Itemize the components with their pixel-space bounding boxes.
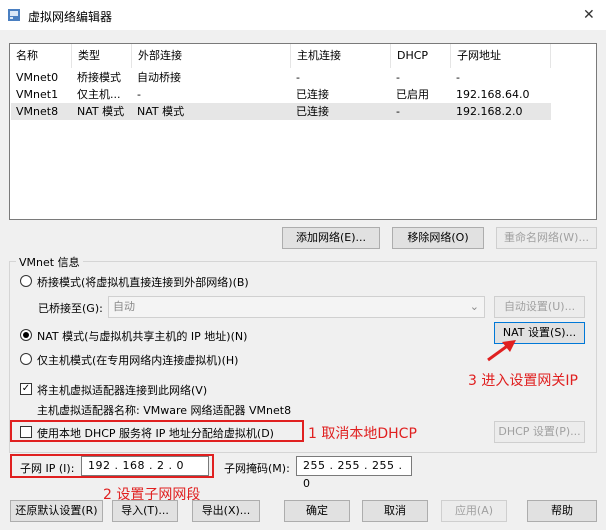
highlight-subnet-box bbox=[10, 454, 214, 478]
col-header-type[interactable]: 类型 bbox=[72, 44, 132, 68]
hostonly-radio[interactable] bbox=[20, 353, 32, 365]
cell-external: 自动桥接 bbox=[137, 71, 181, 84]
adapter-name-text: 主机虚拟适配器名称: VMware 网络适配器 VMnet8 bbox=[37, 404, 292, 417]
bridged-to-select[interactable]: 自动 ⌄ bbox=[108, 296, 485, 318]
cell-dhcp: 已启用 bbox=[396, 88, 429, 101]
cell-external: - bbox=[137, 88, 141, 101]
cell-name: VMnet0 bbox=[16, 71, 59, 84]
network-editor-icon bbox=[8, 9, 20, 21]
add-network-button[interactable]: 添加网络(E)... bbox=[282, 227, 380, 249]
import-button[interactable]: 导入(T)... bbox=[112, 500, 178, 522]
chevron-down-icon: ⌄ bbox=[469, 300, 479, 313]
close-icon[interactable]: ✕ bbox=[583, 7, 595, 23]
window-title: 虚拟网络编辑器 bbox=[28, 10, 113, 24]
cell-host: - bbox=[296, 71, 300, 84]
connect-adapter-checkbox[interactable]: ✓ bbox=[20, 383, 32, 395]
table-row-selected[interactable]: VMnet8 NAT 模式 NAT 模式 已连接 - 192.168.2.0 bbox=[11, 103, 551, 120]
highlight-dhcp-box bbox=[10, 420, 304, 442]
nat-radio[interactable] bbox=[20, 329, 32, 341]
cell-name: VMnet1 bbox=[16, 88, 59, 101]
help-button[interactable]: 帮助 bbox=[527, 500, 597, 522]
annotation-step-3: 3 进入设置网关IP bbox=[468, 373, 578, 389]
remove-network-button[interactable]: 移除网络(O) bbox=[392, 227, 484, 249]
cell-subnet: 192.168.64.0 bbox=[456, 88, 530, 101]
cell-external: NAT 模式 bbox=[137, 105, 185, 118]
cell-subnet: - bbox=[456, 71, 460, 84]
rename-network-button[interactable]: 重命名网络(W)... bbox=[496, 227, 597, 249]
export-button[interactable]: 导出(X)... bbox=[192, 500, 260, 522]
apply-button[interactable]: 应用(A) bbox=[441, 500, 507, 522]
cell-dhcp: - bbox=[396, 105, 400, 118]
table-row[interactable]: VMnet1 仅主机... - 已连接 已启用 192.168.64.0 bbox=[11, 86, 551, 103]
cell-subnet: 192.168.2.0 bbox=[456, 105, 523, 118]
col-header-external[interactable]: 外部连接 bbox=[132, 44, 291, 68]
cell-type: 桥接模式 bbox=[77, 71, 121, 84]
vmnet-info-label: VMnet 信息 bbox=[16, 254, 83, 270]
cell-host: 已连接 bbox=[296, 88, 329, 101]
ok-button[interactable]: 确定 bbox=[284, 500, 350, 522]
nat-radio-label[interactable]: NAT 模式(与虚拟机共享主机的 IP 地址)(N) bbox=[37, 328, 247, 344]
cell-type: 仅主机... bbox=[77, 88, 121, 101]
table-row[interactable]: VMnet0 桥接模式 自动桥接 - - - bbox=[11, 69, 551, 86]
col-header-subnet[interactable]: 子网地址 bbox=[451, 44, 551, 68]
col-header-name[interactable]: 名称 bbox=[10, 44, 72, 68]
auto-settings-button[interactable]: 自动设置(U)... bbox=[494, 296, 585, 318]
hostonly-radio-label[interactable]: 仅主机模式(在专用网络内连接虚拟机)(H) bbox=[37, 352, 238, 368]
cancel-button[interactable]: 取消 bbox=[362, 500, 428, 522]
cell-name: VMnet8 bbox=[16, 105, 59, 118]
subnet-mask-label: 子网掩码(M): bbox=[224, 462, 290, 475]
connect-adapter-label[interactable]: 将主机虚拟适配器连接到此网络(V) bbox=[37, 382, 207, 398]
cell-dhcp: - bbox=[396, 71, 400, 84]
restore-defaults-button[interactable]: 还原默认设置(R) bbox=[10, 500, 103, 522]
cell-type: NAT 模式 bbox=[77, 105, 125, 118]
dhcp-settings-button[interactable]: DHCP 设置(P)... bbox=[494, 421, 585, 443]
bridged-radio[interactable] bbox=[20, 275, 32, 287]
bridged-radio-label[interactable]: 桥接模式(将虚拟机直接连接到外部网络)(B) bbox=[37, 274, 249, 290]
col-header-host[interactable]: 主机连接 bbox=[291, 44, 391, 68]
bridged-to-value: 自动 bbox=[113, 300, 135, 313]
annotation-step-1: 1 取消本地DHCP bbox=[308, 426, 417, 442]
subnet-mask-input[interactable]: 255 . 255 . 255 . 0 bbox=[296, 456, 412, 490]
annotation-arrow-icon bbox=[487, 340, 516, 362]
bridged-to-label: 已桥接至(G): bbox=[38, 302, 103, 315]
network-list[interactable]: 名称 类型 外部连接 主机连接 DHCP 子网地址 VMnet0 桥接模式 自动… bbox=[9, 43, 597, 220]
cell-host: 已连接 bbox=[296, 105, 329, 118]
col-header-dhcp[interactable]: DHCP bbox=[391, 44, 451, 68]
